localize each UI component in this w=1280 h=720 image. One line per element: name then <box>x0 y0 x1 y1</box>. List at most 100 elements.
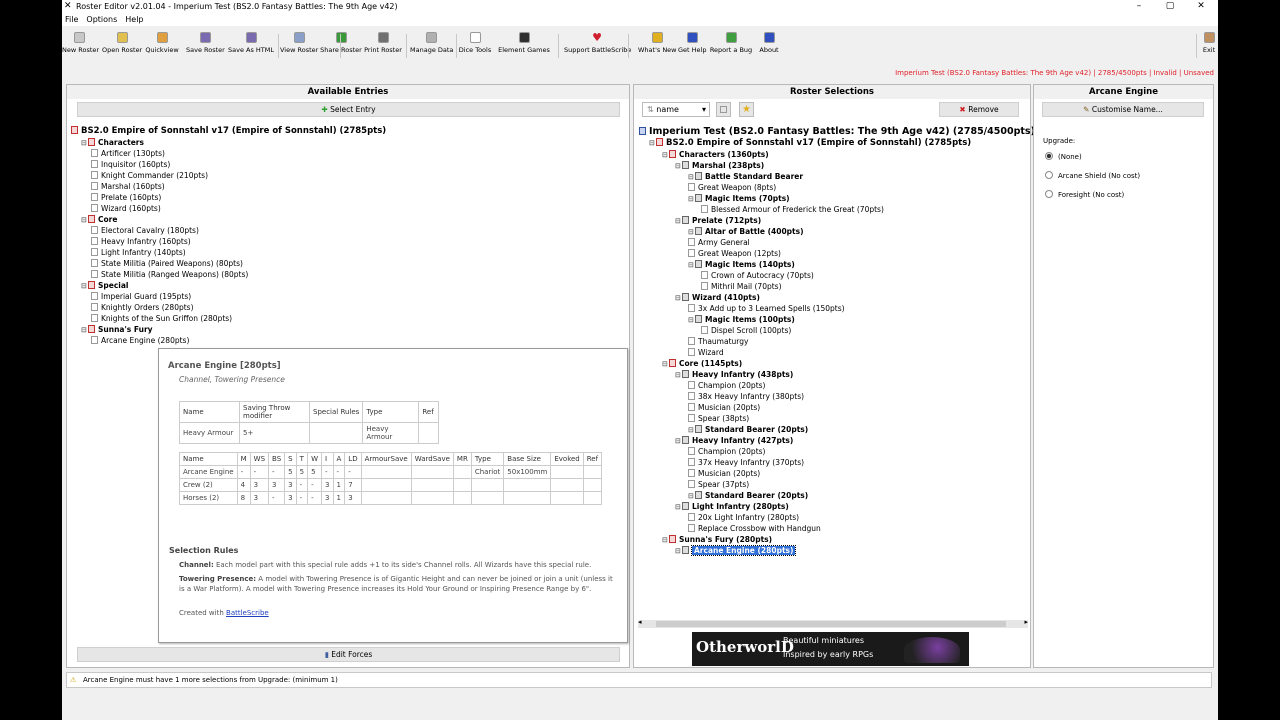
roster-tree-item[interactable]: ⊟ Marshal (238pts) <box>675 160 764 171</box>
roster-tree-item[interactable]: ⊟ Light Infantry (280pts) <box>675 501 789 512</box>
roster-tree-item[interactable]: Replace Crossbow with Handgun <box>688 523 821 534</box>
customise-name-button[interactable]: ✎ Customise Name... <box>1042 102 1204 117</box>
roster-tree-item[interactable]: ⊟ Core (1145pts) <box>662 358 742 369</box>
scrollbar-thumb[interactable] <box>656 621 1006 627</box>
toolbar-button-bug[interactable]: Report a Bug <box>708 32 754 60</box>
toolbar-button-view-roster[interactable]: View Roster <box>280 32 318 60</box>
roster-tree-item[interactable]: Musician (20pts) <box>688 402 760 413</box>
table-header-cell: W <box>307 452 323 466</box>
roster-tree-item[interactable]: ⊟ Arcane Engine (280pts) <box>675 545 797 556</box>
toolbar-button-dice[interactable]: Dice Tools <box>458 32 492 60</box>
toolbar-button-save-html[interactable]: Save As HTML <box>228 32 274 60</box>
sort-select[interactable]: ⇅ name ▾ <box>642 102 710 117</box>
roster-tree-item[interactable]: Champion (20pts) <box>688 446 765 457</box>
available-tree-item[interactable]: Light Infantry (140pts) <box>91 247 186 258</box>
warning-icon: ⚠ <box>70 676 77 684</box>
available-tree-item[interactable]: Arcane Engine (280pts) <box>91 335 189 346</box>
roster-tree-item[interactable]: 37x Heavy Infantry (370pts) <box>688 457 804 468</box>
available-tree-item[interactable]: State Militia (Paired Weapons) (80pts) <box>91 258 243 269</box>
toolbar-button-whats-new[interactable]: What's New <box>638 32 677 60</box>
roster-tree-item[interactable]: ⊟ Sunna's Fury (280pts) <box>662 534 772 545</box>
menu-help[interactable]: Help <box>125 15 143 24</box>
available-tree-item[interactable]: ⊟ Sunna's Fury <box>81 324 153 335</box>
upgrade-option-radio[interactable]: (None) <box>1045 152 1082 163</box>
available-tree-item[interactable]: Wizard (160pts) <box>91 203 161 214</box>
roster-tree-item[interactable]: 3x Add up to 3 Learned Spells (150pts) <box>688 303 845 314</box>
roster-tree-item[interactable]: 20x Light Infantry (280pts) <box>688 512 799 523</box>
toolbar-button-share[interactable]: Share Roster <box>320 32 362 60</box>
entry-icon <box>682 502 689 510</box>
roster-tree-item[interactable]: 38x Heavy Infantry (380pts) <box>688 391 804 402</box>
minimize-button[interactable]: – <box>1124 0 1154 13</box>
favourite-button[interactable]: ★ <box>739 102 754 117</box>
upgrade-option-radio[interactable]: Foresight (No cost) <box>1045 190 1124 201</box>
toolbar-button-exit[interactable]: Exit <box>1200 32 1218 60</box>
roster-tree-item[interactable]: ⊟ Standard Bearer (20pts) <box>688 424 808 435</box>
available-tree-item[interactable]: Knights of the Sun Griffon (280pts) <box>91 313 232 324</box>
roster-tree-item[interactable]: Musician (20pts) <box>688 468 760 479</box>
roster-tree-item[interactable]: Dispel Scroll (100pts) <box>701 325 791 336</box>
menu-options[interactable]: Options <box>86 15 117 24</box>
available-tree-item[interactable]: Electoral Cavalry (180pts) <box>91 225 199 236</box>
roster-horizontal-scrollbar[interactable]: ◂ ▸ <box>638 618 1028 628</box>
available-tree-item[interactable]: ⊟ Characters <box>81 137 144 148</box>
roster-force[interactable]: ⊟ BS2.0 Empire of Sonnstahl v17 (Empire o… <box>649 138 971 149</box>
available-tree-item[interactable]: Imperial Guard (195pts) <box>91 291 191 302</box>
roster-tree-item[interactable]: ⊟ Heavy Infantry (427pts) <box>675 435 793 446</box>
available-tree-item[interactable]: Knight Commander (210pts) <box>91 170 208 181</box>
roster-tree-item[interactable]: ⊟ Magic Items (70pts) <box>688 193 790 204</box>
battlescribe-link[interactable]: BattleScribe <box>226 609 269 617</box>
roster-tree-item[interactable]: Great Weapon (12pts) <box>688 248 781 259</box>
roster-title[interactable]: Imperium Test (BS2.0 Fantasy Battles: Th… <box>639 126 1035 138</box>
available-tree-item[interactable]: Marshal (160pts) <box>91 181 165 192</box>
available-tree-root[interactable]: BS2.0 Empire of Sonnstahl v17 (Empire of… <box>71 126 386 137</box>
toolbar-button-manage-data[interactable]: Manage Data <box>410 32 453 60</box>
toolbar-button-element-games[interactable]: Element Games <box>498 32 550 60</box>
toolbar-button-heart[interactable]: ♥ Support BattleScribe <box>564 32 631 60</box>
copy-button[interactable] <box>716 102 731 117</box>
toolbar-button-print[interactable]: Print Roster <box>364 32 402 60</box>
roster-tree-item[interactable]: ⊟ Magic Items (140pts) <box>688 259 795 270</box>
roster-tree-item[interactable]: ⊟ Standard Bearer (20pts) <box>688 490 808 501</box>
roster-tree-item[interactable]: Great Weapon (8pts) <box>688 182 776 193</box>
select-entry-button[interactable]: ✚ Select Entry <box>77 102 620 117</box>
roster-tree-item[interactable]: ⊟ Characters (1360pts) <box>662 149 769 160</box>
roster-tree-item[interactable]: ⊟ Prelate (712pts) <box>675 215 761 226</box>
available-tree-item[interactable]: Heavy Infantry (160pts) <box>91 236 191 247</box>
toolbar-button-save[interactable]: Save Roster <box>186 32 225 60</box>
toolbar-button-folder[interactable]: Open Roster <box>102 32 142 60</box>
available-tree-item[interactable]: Artificer (130pts) <box>91 148 165 159</box>
remove-button[interactable]: ✖ Remove <box>939 102 1019 117</box>
menu-file[interactable]: File <box>65 15 78 24</box>
roster-tree-item[interactable]: Crown of Autocracy (70pts) <box>701 270 814 281</box>
available-tree-item[interactable]: Knightly Orders (280pts) <box>91 302 194 313</box>
roster-tree-item[interactable]: ⊟ Heavy Infantry (438pts) <box>675 369 793 380</box>
available-tree-item[interactable]: Prelate (160pts) <box>91 192 161 203</box>
roster-tree-item[interactable]: Spear (37pts) <box>688 479 749 490</box>
roster-tree-item[interactable]: Mithril Mail (70pts) <box>701 281 782 292</box>
roster-tree-item[interactable]: Spear (38pts) <box>688 413 749 424</box>
available-tree-item[interactable]: State Militia (Ranged Weapons) (80pts) <box>91 269 248 280</box>
tree-item-label: Musician (20pts) <box>698 469 761 478</box>
maximize-button[interactable]: ▢ <box>1155 0 1185 13</box>
roster-tree-item[interactable]: Army General <box>688 237 750 248</box>
available-tree-item[interactable]: ⊟ Core <box>81 214 117 225</box>
roster-tree-item[interactable]: ⊟ Battle Standard Bearer <box>688 171 803 182</box>
toolbar-button-new-roster[interactable]: New Roster <box>62 32 99 60</box>
roster-tree-item[interactable]: Champion (20pts) <box>688 380 765 391</box>
roster-tree-item[interactable]: Thaumaturgy <box>688 336 748 347</box>
roster-tree-item[interactable]: Wizard <box>688 347 724 358</box>
roster-tree-item[interactable]: Blessed Armour of Frederick the Great (7… <box>701 204 884 215</box>
close-button[interactable]: ✕ <box>1186 0 1216 13</box>
roster-tree-item[interactable]: ⊟ Magic Items (100pts) <box>688 314 795 325</box>
available-tree-item[interactable]: ⊟ Special <box>81 280 129 291</box>
toolbar-button-help[interactable]: Get Help <box>678 32 706 60</box>
toolbar-button-quickview[interactable]: Quickview <box>144 32 180 60</box>
otherworld-ad-banner[interactable]: OtherworlD Beautiful miniatures Inspired… <box>692 632 969 666</box>
available-tree-item[interactable]: Inquisitor (160pts) <box>91 159 170 170</box>
edit-forces-button[interactable]: ▮ Edit Forces <box>77 647 620 662</box>
upgrade-option-radio[interactable]: Arcane Shield (No cost) <box>1045 171 1140 182</box>
roster-tree-item[interactable]: ⊟ Wizard (410pts) <box>675 292 760 303</box>
toolbar-button-about[interactable]: About <box>758 32 780 60</box>
roster-tree-item[interactable]: ⊟ Altar of Battle (400pts) <box>688 226 804 237</box>
